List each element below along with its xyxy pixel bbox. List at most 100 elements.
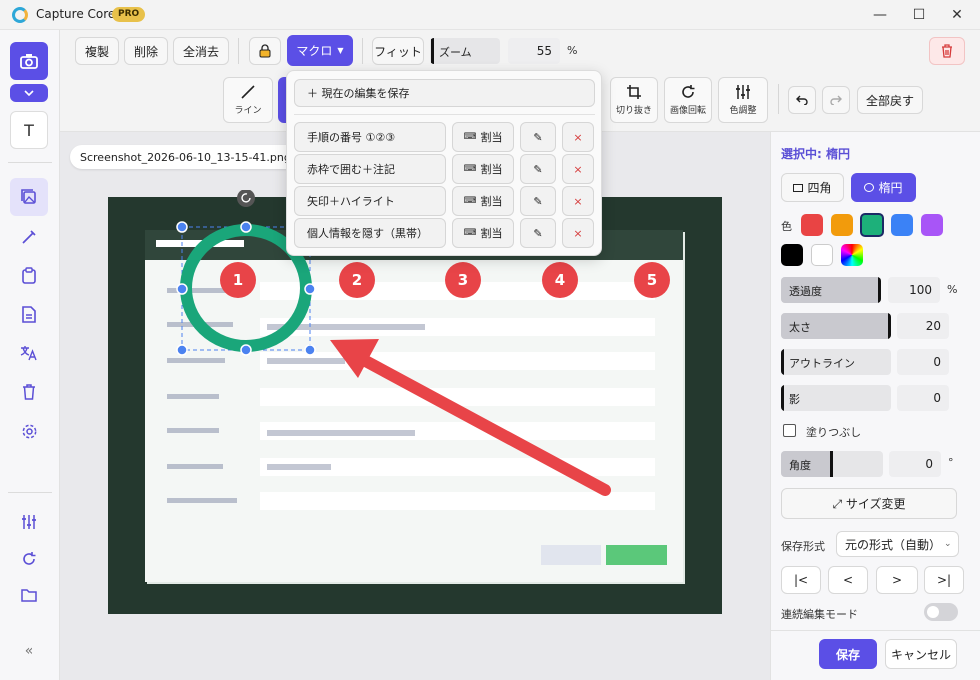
macro-delete-button[interactable]: ×: [562, 154, 594, 184]
resize-handle[interactable]: [176, 221, 188, 233]
ellipse-icon: [864, 183, 875, 192]
line-tool-button[interactable]: ライン: [223, 77, 273, 123]
close-button[interactable]: ✕: [934, 0, 980, 30]
macro-edit-button[interactable]: ✎: [520, 186, 556, 216]
clear-all-button[interactable]: 全消去: [173, 37, 229, 65]
image-editor-button[interactable]: [10, 178, 48, 216]
shape-rect-button[interactable]: 四角: [781, 173, 844, 202]
format-select[interactable]: 元の形式（自動） ⌄: [836, 531, 959, 557]
shadow-input[interactable]: 0: [897, 385, 949, 411]
color-swatch-green[interactable]: [860, 213, 884, 237]
color-swatch-red[interactable]: [801, 214, 823, 236]
trash-button[interactable]: [10, 373, 48, 411]
macro-edit-button[interactable]: ✎: [520, 218, 556, 248]
document-button[interactable]: [10, 295, 48, 333]
resize-handle[interactable]: [240, 344, 252, 356]
previous-button[interactable]: <: [828, 566, 868, 594]
clipboard-button[interactable]: [10, 256, 48, 294]
cancel-button[interactable]: キャンセル: [885, 639, 957, 669]
step-badge[interactable]: 5: [634, 262, 670, 298]
rotate-tool-button[interactable]: 画像回転: [664, 77, 712, 123]
pro-badge: PRO: [112, 7, 146, 22]
resize-handle[interactable]: [176, 344, 188, 356]
color-swatch-black[interactable]: [781, 244, 803, 266]
reset-all-button[interactable]: 全部戻す: [857, 86, 923, 114]
rotate-handle[interactable]: [237, 190, 255, 207]
next-button[interactable]: >: [876, 566, 918, 594]
custom-color-picker[interactable]: [841, 244, 863, 266]
opacity-slider[interactable]: 透過度: [781, 277, 881, 303]
zoom-input[interactable]: 55: [508, 38, 560, 64]
arrow-shaft[interactable]: [354, 352, 611, 496]
fit-button[interactable]: フィット: [372, 37, 424, 65]
outline-slider[interactable]: アウトライン: [781, 349, 891, 375]
macro-button[interactable]: マクロ ▼: [287, 35, 353, 66]
macro-delete-button[interactable]: ×: [562, 218, 594, 248]
outline-input[interactable]: 0: [897, 349, 949, 375]
color-swatch-white[interactable]: [811, 244, 833, 266]
fill-checkbox[interactable]: [783, 424, 796, 437]
crop-tool-button[interactable]: 切り抜き: [610, 77, 658, 123]
gallery-icon: [21, 189, 36, 204]
shadow-slider-fill: [781, 385, 784, 411]
shadow-slider[interactable]: 影: [781, 385, 891, 411]
save-button[interactable]: 保存: [819, 639, 877, 669]
toolbar-divider: [362, 38, 363, 64]
angle-slider[interactable]: 角度: [781, 451, 883, 477]
step-badge[interactable]: 2: [339, 262, 375, 298]
text-tool-button[interactable]: T: [10, 111, 48, 149]
duplicate-button[interactable]: 複製: [75, 37, 119, 65]
macro-item[interactable]: 矢印＋ハイライト: [294, 186, 446, 216]
macro-delete-button[interactable]: ×: [562, 186, 594, 216]
folder-button[interactable]: [10, 576, 48, 614]
angle-input[interactable]: 0: [889, 451, 941, 477]
macro-assign-button[interactable]: ⌨ 割当: [452, 154, 514, 184]
save-current-macro-button[interactable]: ＋ 現在の編集を保存: [294, 79, 595, 107]
gear-icon: [22, 424, 36, 438]
macro-assign-button[interactable]: ⌨ 割当: [452, 122, 514, 152]
resize-button[interactable]: ⤢ サイズ変更: [781, 488, 957, 519]
zoom-slider-handle[interactable]: [430, 38, 434, 64]
macro-item[interactable]: 手順の番号 ①②③: [294, 122, 446, 152]
macro-item[interactable]: 赤枠で囲む＋注記: [294, 154, 446, 184]
macro-edit-button[interactable]: ✎: [520, 122, 556, 152]
capture-mode-dropdown[interactable]: [10, 84, 48, 102]
zoom-slider[interactable]: ズーム: [430, 38, 500, 64]
step-badge[interactable]: 3: [445, 262, 481, 298]
shape-ellipse-label: 楕円: [878, 181, 903, 195]
adjust-button[interactable]: [10, 503, 48, 541]
macro-edit-button[interactable]: ✎: [520, 154, 556, 184]
step-badge[interactable]: 4: [542, 262, 578, 298]
macro-assign-button[interactable]: ⌨ 割当: [452, 186, 514, 216]
color-swatch-orange[interactable]: [831, 214, 853, 236]
settings-button[interactable]: [10, 412, 48, 450]
color-adjust-tool-button[interactable]: 色調整: [718, 77, 768, 123]
redo-button[interactable]: [822, 86, 850, 114]
resize-handle[interactable]: [304, 283, 316, 295]
translate-button[interactable]: [10, 334, 48, 372]
resize-handle[interactable]: [176, 283, 188, 295]
macro-delete-button[interactable]: ×: [562, 122, 594, 152]
step-badge[interactable]: 1: [220, 262, 256, 298]
first-button[interactable]: |<: [781, 566, 821, 594]
color-swatch-purple[interactable]: [921, 214, 943, 236]
refresh-button[interactable]: [10, 540, 48, 578]
resize-handle[interactable]: [304, 344, 316, 356]
delete-button[interactable]: 削除: [124, 37, 168, 65]
capture-button[interactable]: [10, 42, 48, 80]
collapse-sidebar-button[interactable]: «: [10, 632, 48, 670]
macro-assign-button[interactable]: ⌨ 割当: [452, 218, 514, 248]
opacity-input[interactable]: 100: [888, 277, 940, 303]
macro-item[interactable]: 個人情報を隠す（黒帯）: [294, 218, 446, 248]
lock-button[interactable]: [249, 37, 281, 65]
last-button[interactable]: >|: [924, 566, 964, 594]
thickness-input[interactable]: 20: [897, 313, 949, 339]
resize-handle[interactable]: [240, 221, 252, 233]
undo-button[interactable]: [788, 86, 816, 114]
continuous-edit-toggle[interactable]: [924, 603, 958, 621]
annotate-button[interactable]: [10, 218, 48, 256]
thickness-slider[interactable]: 太さ: [781, 313, 891, 339]
shape-ellipse-button[interactable]: 楕円: [851, 173, 916, 202]
color-swatch-blue[interactable]: [891, 214, 913, 236]
delete-all-button[interactable]: [929, 37, 965, 65]
